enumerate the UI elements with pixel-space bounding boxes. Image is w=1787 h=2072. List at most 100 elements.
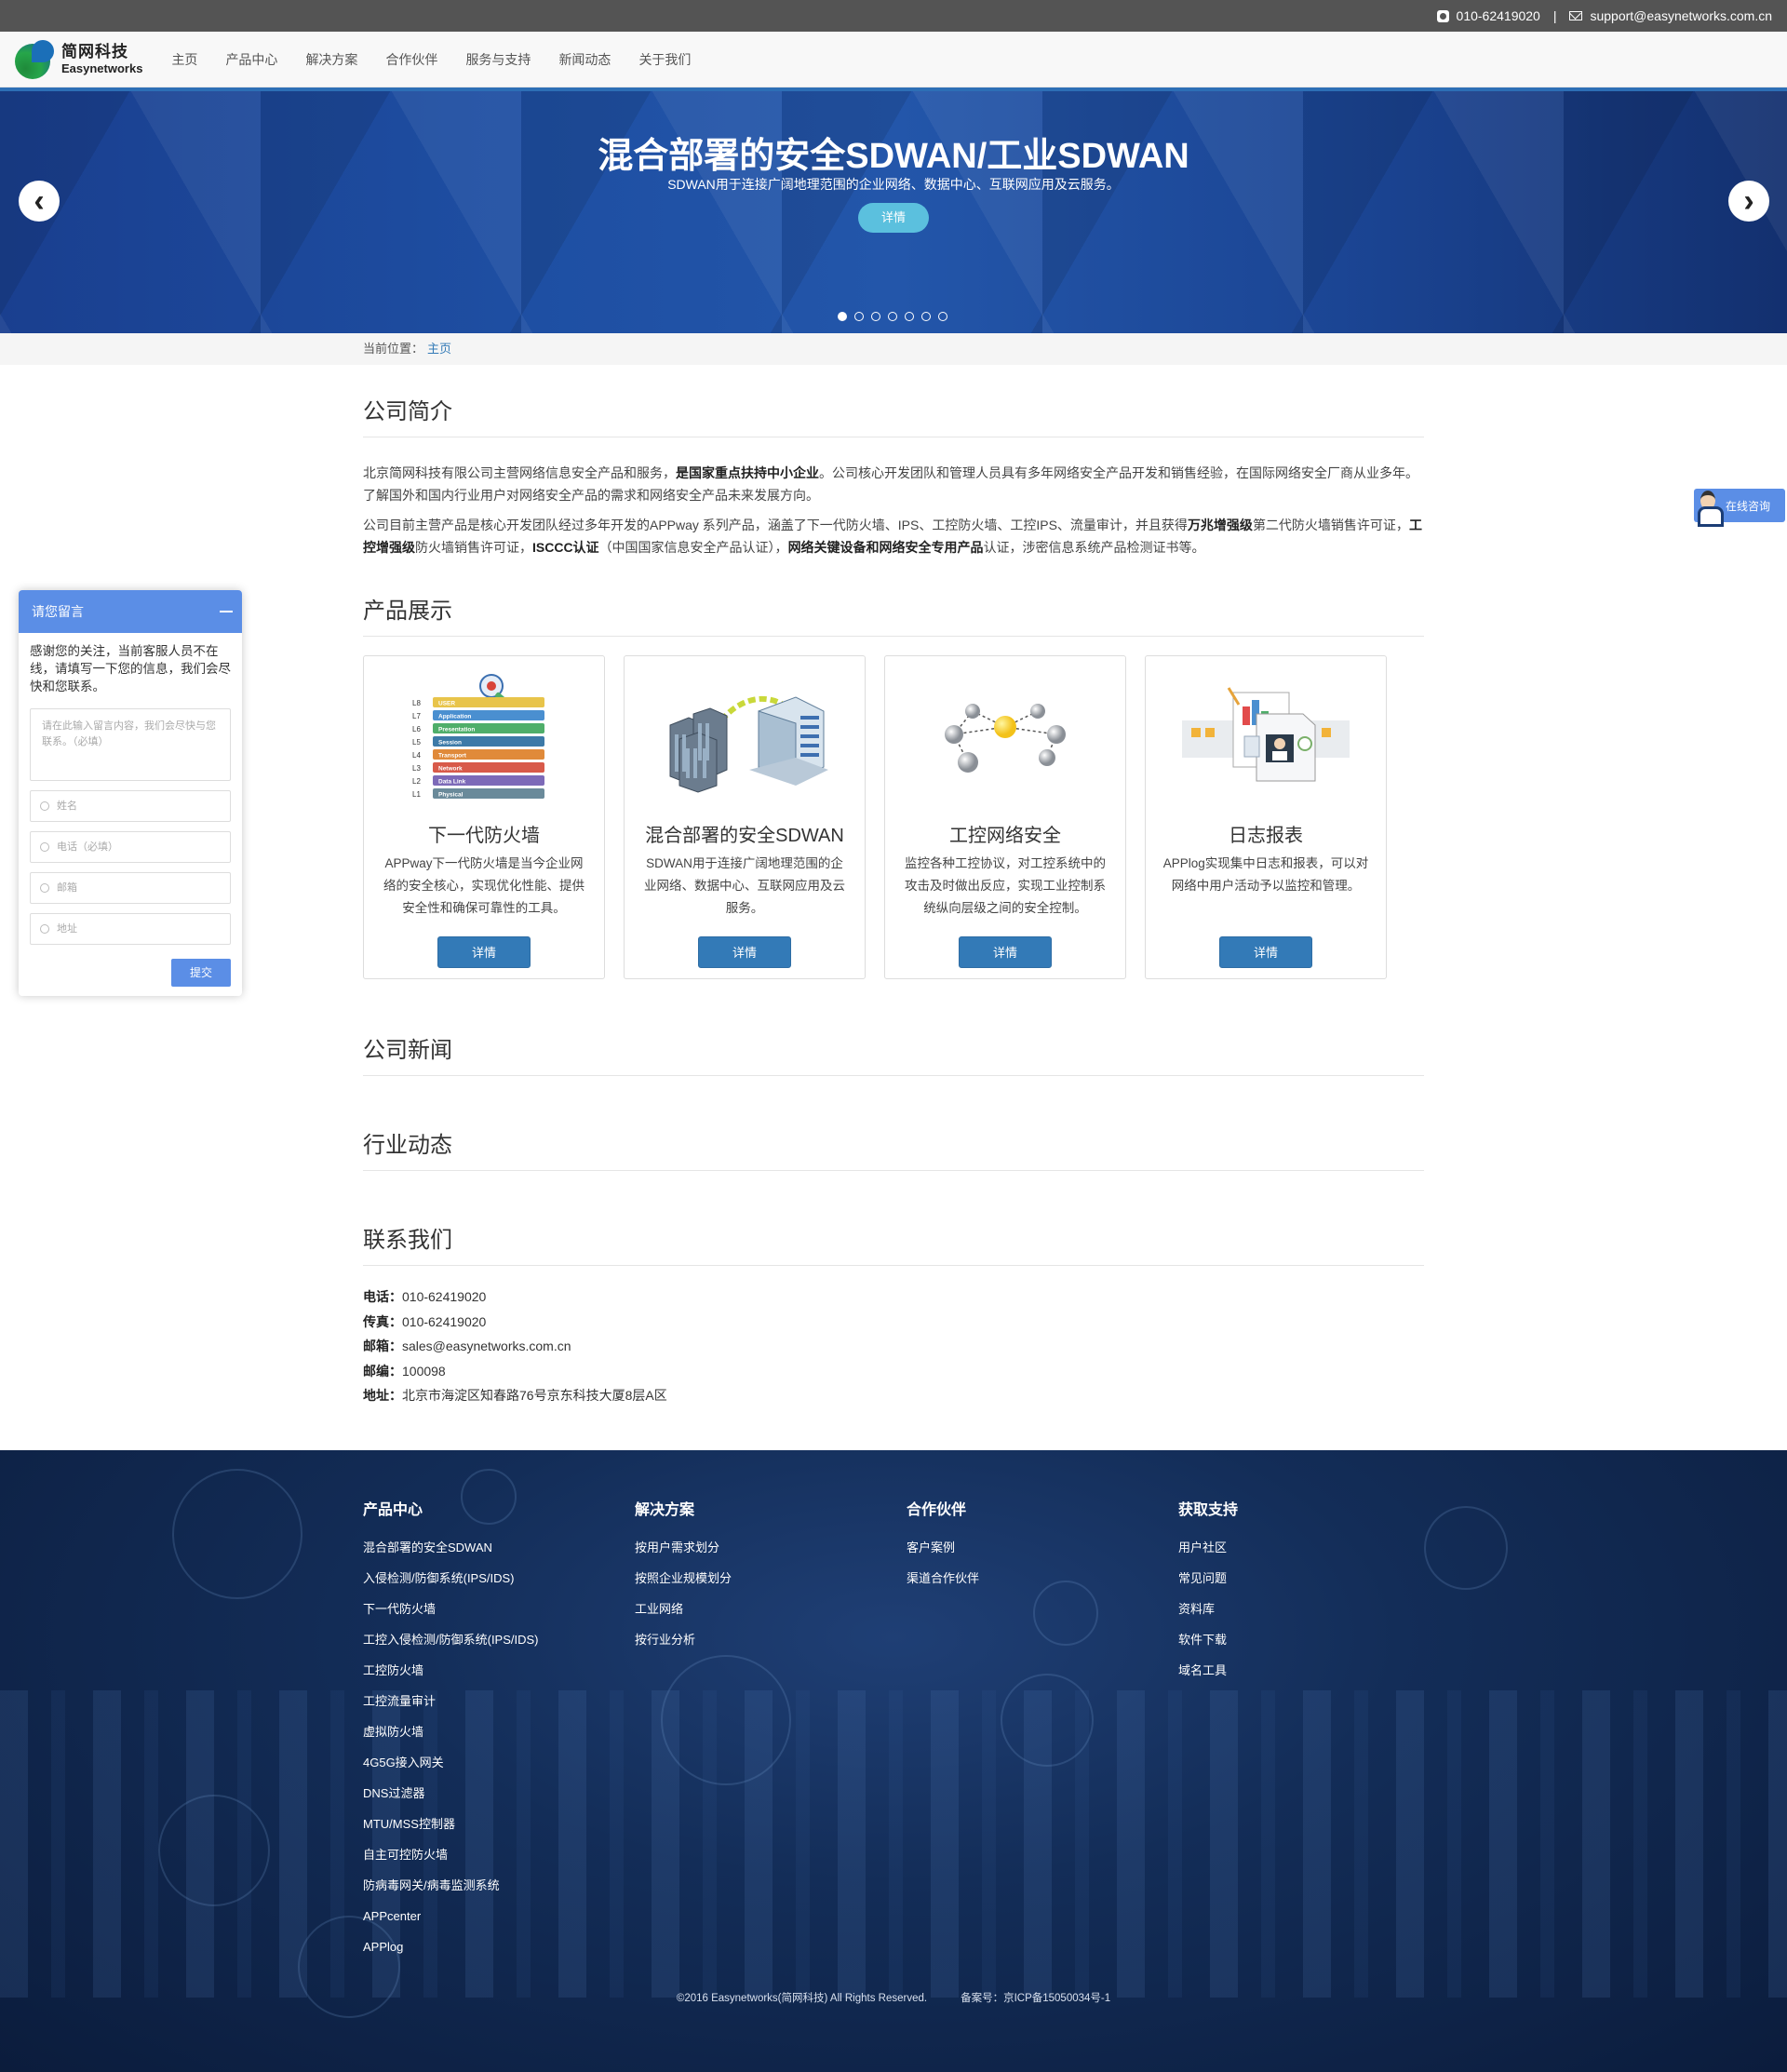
intro-title: 公司简介 (363, 393, 1424, 437)
name-field[interactable]: 姓名 (30, 790, 231, 822)
footer-link[interactable]: 渠道合作伙伴 (907, 1563, 1178, 1594)
email-field[interactable]: 邮箱 (30, 872, 231, 904)
address-field[interactable]: 地址 (30, 913, 231, 945)
product-card: 工控网络安全 监控各种工控协议，对工控系统中的攻击及时做出反应，实现工业控制系统… (884, 655, 1126, 979)
copyright-text: ©2016 Easynetworks(简网科技) All Rights Rese… (676, 1993, 928, 2004)
footer-link[interactable]: 软件下载 (1178, 1624, 1450, 1655)
nav-item-about[interactable]: 关于我们 (625, 32, 705, 87)
widget-header[interactable]: 请您留言 (19, 590, 242, 633)
widget-title: 请您留言 (32, 604, 84, 619)
footer-link[interactable]: 工控流量审计 (363, 1686, 635, 1716)
icp-link[interactable]: 备案号：京ICP备15050034号-1 (961, 1993, 1110, 2004)
footer-column-title: 产品中心 (363, 1502, 423, 1518)
footer-link[interactable]: 自主可控防火墙 (363, 1839, 635, 1870)
footer-link[interactable]: 混合部署的安全SDWAN (363, 1532, 635, 1563)
footer-link[interactable]: 4G5G接入网关 (363, 1747, 635, 1778)
breadcrumb-home-link[interactable]: 主页 (427, 342, 451, 356)
logo-icon (13, 38, 56, 81)
footer-link[interactable]: 工控入侵检测/防御系统(IPS/IDS) (363, 1624, 635, 1655)
footer-column-title: 解决方案 (635, 1502, 695, 1518)
product-detail-button[interactable]: 详情 (698, 936, 791, 968)
osi-layer-number: L3 (412, 764, 421, 773)
online-chat-button[interactable]: 在线咨询 (1694, 489, 1785, 527)
carousel-next-button[interactable]: › (1728, 181, 1769, 222)
osi-layer-label: Transport (438, 753, 467, 760)
hero-carousel: 混合部署的安全SDWAN/工业SDWAN SDWAN用于连接广阔地理范围的企业网… (0, 91, 1787, 333)
brand-name-en: Easynetworks (61, 61, 143, 75)
submit-button[interactable]: 提交 (171, 959, 231, 987)
footer-link[interactable]: 工控防火墙 (363, 1655, 635, 1686)
footer-link[interactable]: APPlog (363, 1931, 635, 1962)
topbar-phone-text: 010-62419020 (1456, 8, 1540, 23)
message-textarea[interactable]: 请在此输入留言内容，我们会尽快与您联系。（必填） (30, 708, 231, 781)
brand-name-cn: 简网科技 (61, 43, 128, 61)
footer-link[interactable]: 下一代防火墙 (363, 1594, 635, 1624)
carousel-dot[interactable] (871, 312, 880, 321)
osi-layer-label: Data Link (438, 779, 466, 786)
carousel-dot[interactable] (854, 312, 864, 321)
footer-link[interactable]: 防病毒网关/病毒监测系统 (363, 1870, 635, 1901)
nav-item-support[interactable]: 服务与支持 (451, 32, 544, 87)
intro-paragraph-2: 公司目前主营产品是核心开发团队经过多年开发的APPway 系列产品，涵盖了下一代… (363, 518, 1422, 555)
product-detail-button[interactable]: 详情 (959, 936, 1052, 968)
carousel-dot[interactable] (921, 312, 931, 321)
carousel-dot[interactable] (938, 312, 947, 321)
footer-link[interactable]: 常见问题 (1178, 1563, 1450, 1594)
product-desc: SDWAN用于连接广阔地理范围的企业网络、数据中心、互联网应用及云服务。 (644, 856, 845, 915)
nav-item-news[interactable]: 新闻动态 (544, 32, 625, 87)
carousel-dot[interactable] (905, 312, 914, 321)
nav-item-products[interactable]: 产品中心 (211, 32, 291, 87)
products-section: 产品展示 L8 USER L7 Application L6 Presentation L5… (363, 592, 1424, 979)
carousel-dot[interactable] (888, 312, 897, 321)
product-name: 日志报表 (1229, 826, 1303, 846)
footer-link[interactable]: 按行业分析 (635, 1624, 907, 1655)
site-footer: 产品中心混合部署的安全SDWAN 入侵检测/防御系统(IPS/IDS) 下一代防火墙… (0, 1450, 1787, 2072)
topbar-email[interactable]: support@easynetworks.com.cn (1569, 8, 1772, 23)
osi-layer-number: L5 (412, 738, 421, 747)
brand-logo[interactable]: 简网科技 Easynetworks (13, 38, 142, 81)
minimize-icon[interactable] (220, 611, 233, 612)
carousel-detail-button[interactable]: 详情 (858, 203, 929, 233)
footer-column-title: 获取支持 (1178, 1502, 1239, 1518)
buildings-network-icon (656, 669, 833, 809)
nav-item-partners[interactable]: 合作伙伴 (371, 32, 451, 87)
report-documents-icon (1177, 669, 1354, 809)
footer-link[interactable]: 按照企业规模划分 (635, 1563, 907, 1594)
footer-link[interactable]: 虚拟防火墙 (363, 1716, 635, 1747)
footer-link[interactable]: 域名工具 (1178, 1655, 1450, 1686)
osi-layer-number: L6 (412, 725, 421, 733)
topbar-email-text[interactable]: support@easynetworks.com.cn (1590, 8, 1772, 23)
nav-item-solutions[interactable]: 解决方案 (291, 32, 371, 87)
phone-icon (40, 842, 49, 852)
product-detail-button[interactable]: 详情 (437, 936, 531, 968)
footer-column-support: 获取支持用户社区 常见问题 资料库 软件下载 域名工具 (1178, 1497, 1450, 1962)
contact-section: 联系我们 电话：010-62419020 传真：010-62419020 邮箱：… (363, 1221, 1424, 1408)
mail-icon (40, 883, 49, 893)
products-title: 产品展示 (363, 592, 1424, 637)
footer-link[interactable]: MTU/MSS控制器 (363, 1809, 635, 1839)
industry-title: 行业动态 (363, 1126, 1424, 1171)
footer-link[interactable]: 资料库 (1178, 1594, 1450, 1624)
nav-item-home[interactable]: 主页 (157, 32, 211, 87)
footer-link[interactable]: 入侵检测/防御系统(IPS/IDS) (363, 1563, 635, 1594)
osi-layer-number: L7 (412, 712, 421, 720)
contact-email: 邮箱：sales@easynetworks.com.cn (363, 1339, 571, 1353)
footer-link[interactable]: 客户案例 (907, 1532, 1178, 1563)
footer-link[interactable]: 用户社区 (1178, 1532, 1450, 1563)
footer-column-title: 合作伙伴 (907, 1502, 967, 1518)
footer-link[interactable]: 工业网络 (635, 1594, 907, 1624)
carousel-prev-button[interactable]: ‹ (19, 181, 60, 222)
footer-link[interactable]: APPcenter (363, 1901, 635, 1931)
carousel-dot[interactable] (838, 312, 847, 321)
breadcrumb-label: 当前位置： (363, 342, 424, 356)
footer-link[interactable]: 按用户需求划分 (635, 1532, 907, 1563)
online-chat-label: 在线咨询 (1726, 499, 1771, 513)
osi-layer-label: Application (438, 714, 471, 720)
product-name: 下一代防火墙 (428, 826, 540, 846)
product-desc: 监控各种工控协议，对工控系统中的攻击及时做出反应，实现工业控制系统纵向层级之间的… (905, 856, 1106, 915)
carousel-subtitle: SDWAN用于连接广阔地理范围的企业网络、数据中心、互联网应用及云服务。 (667, 177, 1120, 192)
product-detail-button[interactable]: 详情 (1219, 936, 1312, 968)
location-icon (40, 924, 49, 934)
phone-field[interactable]: 电话（必填） (30, 831, 231, 863)
footer-link[interactable]: DNS过滤器 (363, 1778, 635, 1809)
